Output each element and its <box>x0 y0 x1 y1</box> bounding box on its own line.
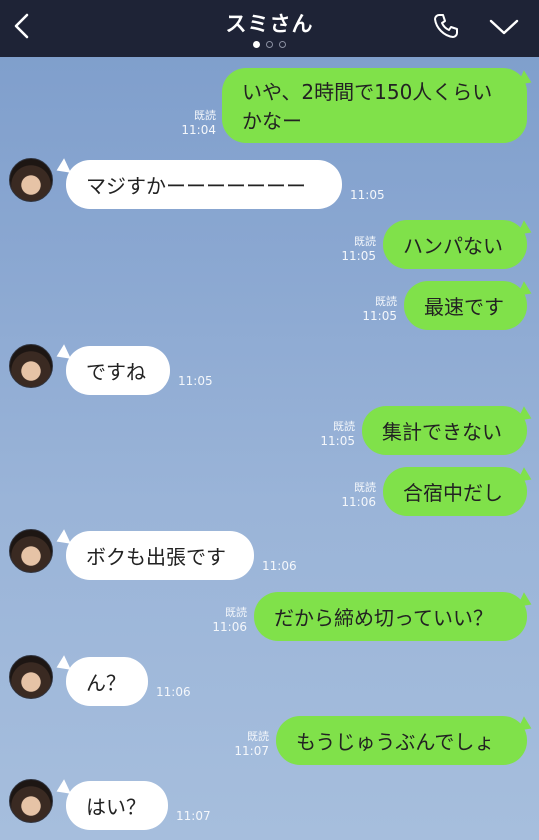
avatar[interactable] <box>9 344 53 388</box>
message-time: 11:06 <box>262 559 297 573</box>
message-text: 最速です <box>424 295 504 319</box>
incoming-message-bubble[interactable]: ですね <box>66 346 170 395</box>
message-time: 11:05 <box>341 249 376 263</box>
message-text: はい？ <box>86 795 146 819</box>
read-receipt: 既読 <box>225 606 247 619</box>
message-meta: 既読 11:05 <box>361 294 397 324</box>
message-time: 11:06 <box>156 685 191 699</box>
outgoing-message-bubble[interactable]: もうじゅうぶんでしょ <box>276 716 527 765</box>
message-meta: 既読 11:04 <box>180 108 216 138</box>
message-text: もうじゅうぶんでしょ <box>296 730 495 754</box>
page-dot <box>253 41 260 48</box>
outgoing-message-bubble[interactable]: だから締め切っていい？ <box>254 592 527 641</box>
message-time: 11:05 <box>350 188 385 202</box>
message-text: ん？ <box>86 671 126 695</box>
page-dot <box>266 41 273 48</box>
outgoing-message-bubble[interactable]: ハンパない <box>383 220 527 269</box>
outgoing-message-bubble[interactable]: 集計できない <box>362 406 527 455</box>
read-receipt: 既読 <box>247 730 269 743</box>
incoming-message-bubble[interactable]: ん？ <box>66 657 148 706</box>
read-receipt: 既読 <box>354 481 376 494</box>
message-text: だから締め切っていい？ <box>274 606 493 630</box>
message-text-line: かなー <box>242 109 302 133</box>
read-receipt: 既読 <box>333 420 355 433</box>
avatar[interactable] <box>9 158 53 202</box>
incoming-message-bubble[interactable]: はい？ <box>66 781 168 830</box>
message-time: 11:05 <box>320 434 355 448</box>
message-time: 11:07 <box>176 809 211 823</box>
page-dot <box>279 41 286 48</box>
message-meta: 既読 11:06 <box>340 480 376 510</box>
message-time: 11:05 <box>362 309 397 323</box>
message-time: 11:06 <box>212 620 247 634</box>
message-time: 11:04 <box>181 123 216 137</box>
message-time: 11:07 <box>234 744 269 758</box>
avatar[interactable] <box>9 529 53 573</box>
message-meta: 既読 11:05 <box>319 419 355 449</box>
read-receipt: 既読 <box>375 295 397 308</box>
avatar[interactable] <box>9 655 53 699</box>
avatar[interactable] <box>9 779 53 823</box>
message-meta: 既読 11:06 <box>211 605 247 635</box>
message-text-line: いや、2時間で150人くらい <box>242 80 493 104</box>
message-text: マジすかーーーーーーー <box>86 174 306 198</box>
message-text: ボクも出張です <box>86 545 226 569</box>
page-indicator <box>0 41 539 48</box>
outgoing-message-bubble[interactable]: いや、2時間で150人くらい かなー <box>222 68 527 143</box>
read-receipt: 既読 <box>354 235 376 248</box>
message-meta: 既読 11:07 <box>233 729 269 759</box>
incoming-message-bubble[interactable]: ボクも出張です <box>66 531 254 580</box>
outgoing-message-bubble[interactable]: 最速です <box>404 281 527 330</box>
outgoing-message-bubble[interactable]: 合宿中だし <box>383 467 527 516</box>
chat-header: スミさん <box>0 0 539 57</box>
message-meta: 既読 11:05 <box>340 234 376 264</box>
message-text: 集計できない <box>382 420 502 444</box>
message-text: 合宿中だし <box>403 481 503 505</box>
message-text: ハンパない <box>403 234 503 258</box>
phone-call-icon[interactable] <box>432 12 460 40</box>
incoming-message-bubble[interactable]: マジすかーーーーーーー <box>66 160 342 209</box>
message-text: ですね <box>86 360 146 384</box>
chevron-down-icon[interactable] <box>488 16 520 38</box>
read-receipt: 既読 <box>194 109 216 122</box>
message-time: 11:05 <box>178 374 213 388</box>
message-time: 11:06 <box>341 495 376 509</box>
